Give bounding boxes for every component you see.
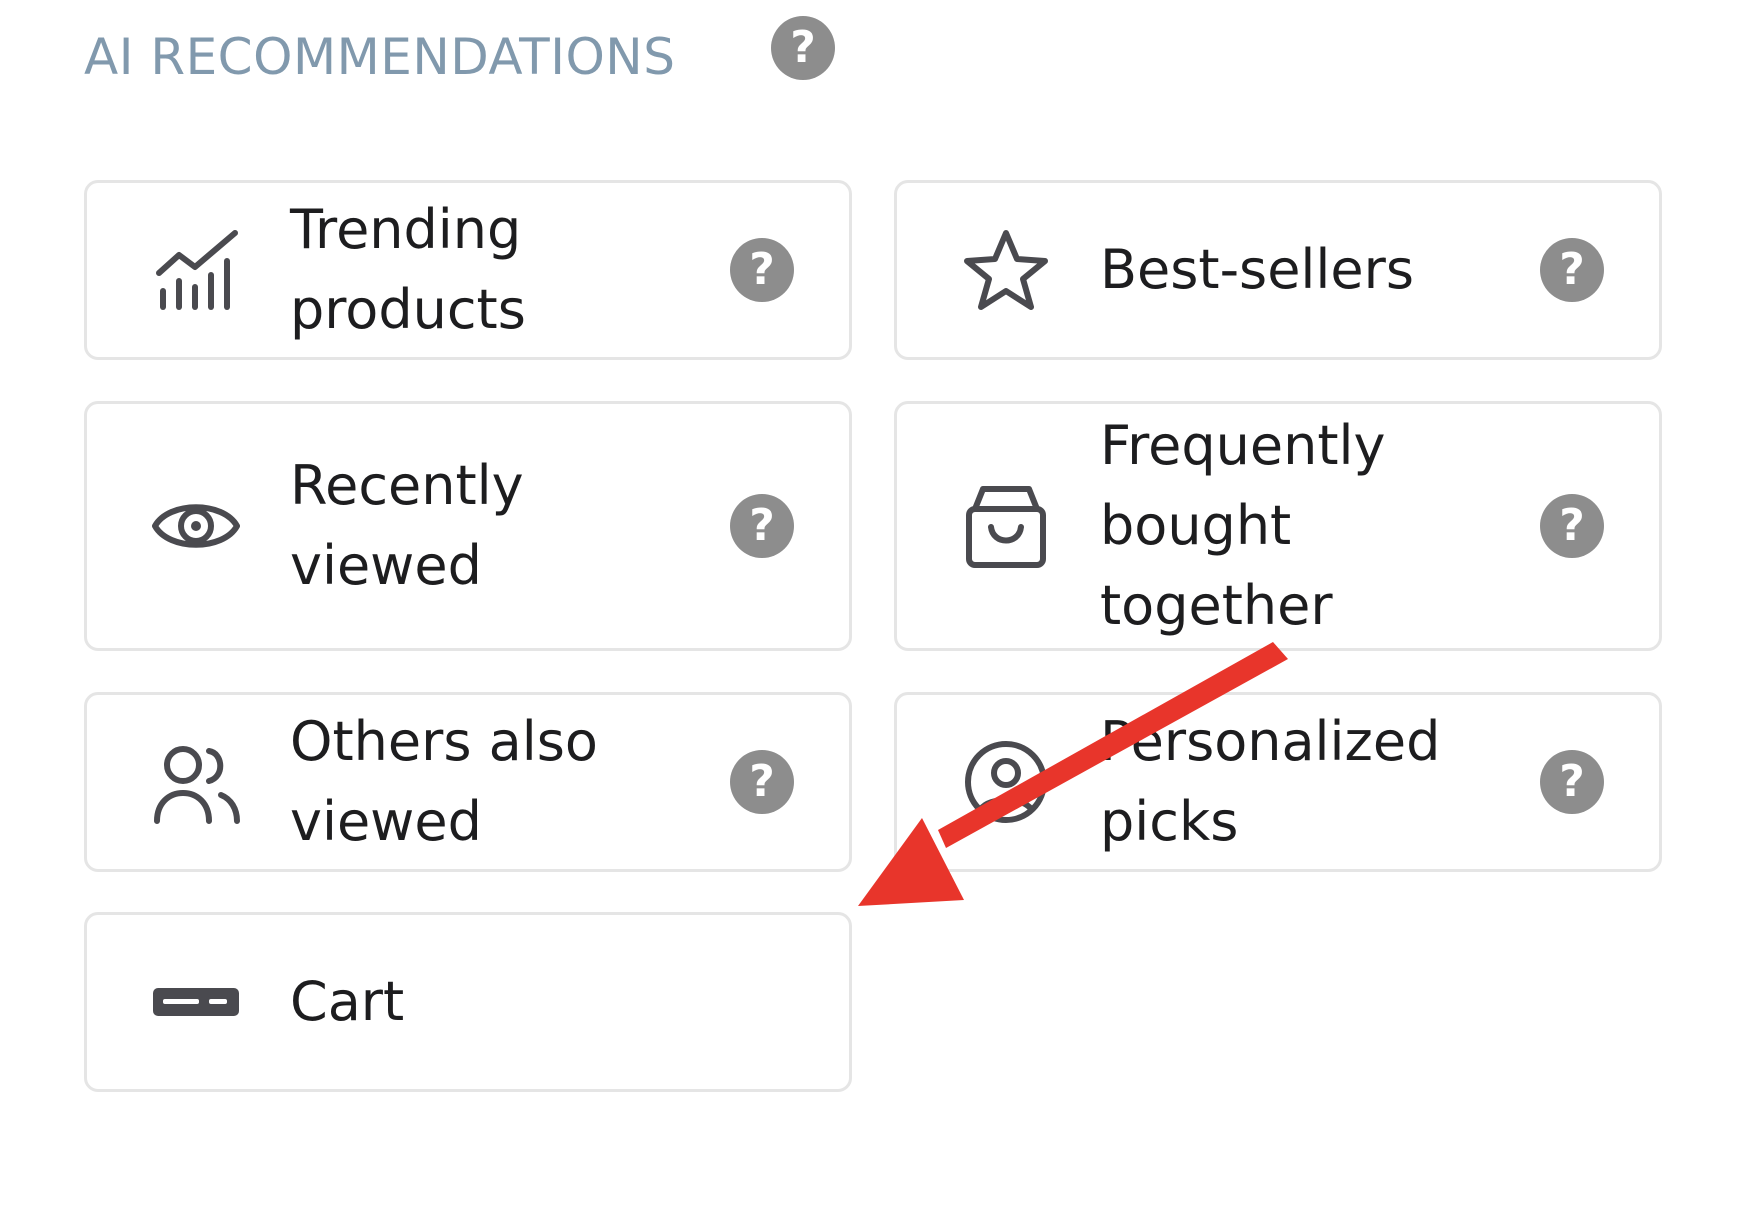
card-label: Recently viewed — [290, 454, 524, 597]
card-label: Cart — [290, 970, 405, 1033]
card-label: Best-sellers — [1100, 238, 1414, 301]
card-recently-viewed[interactable]: Recently viewed ? — [84, 401, 852, 651]
card-others-also-viewed[interactable]: Others also viewed ? — [84, 692, 852, 872]
users-icon — [151, 737, 241, 827]
eye-icon — [151, 481, 241, 571]
user-circle-icon — [961, 737, 1051, 827]
help-icon[interactable]: ? — [730, 494, 794, 558]
card-label: Trending products — [290, 198, 526, 341]
card-label: Others also viewed — [290, 710, 598, 853]
section-help-icon[interactable]: ? — [771, 16, 835, 80]
card-cart[interactable]: Cart — [84, 912, 852, 1092]
card-label: Personalized picks — [1100, 710, 1441, 853]
card-best-sellers[interactable]: Best-sellers ? — [894, 180, 1662, 360]
star-icon — [961, 225, 1051, 315]
help-icon[interactable]: ? — [730, 238, 794, 302]
shopping-bag-icon — [961, 481, 1051, 571]
card-label: Frequently bought together — [1100, 414, 1386, 637]
help-icon[interactable]: ? — [1540, 494, 1604, 558]
help-icon[interactable]: ? — [730, 750, 794, 814]
section-title: AI RECOMMENDATIONS — [84, 28, 676, 86]
help-icon[interactable]: ? — [1540, 238, 1604, 302]
help-icon[interactable]: ? — [1540, 750, 1604, 814]
trending-chart-icon — [151, 225, 241, 315]
card-trending-products[interactable]: Trending products ? — [84, 180, 852, 360]
cart-bar-icon — [151, 957, 241, 1047]
card-frequently-bought-together[interactable]: Frequently bought together ? — [894, 401, 1662, 651]
card-personalized-picks[interactable]: Personalized picks ? — [894, 692, 1662, 872]
